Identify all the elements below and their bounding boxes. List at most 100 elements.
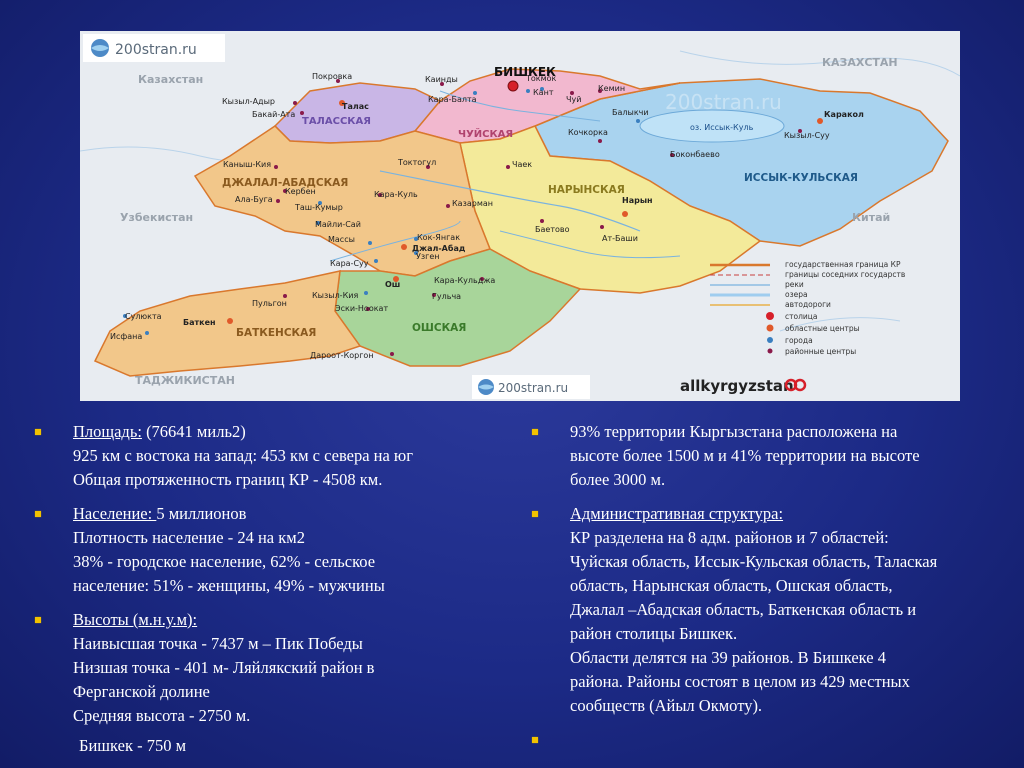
heights-line: Низшая точка - 401 м- Ляйлякский район в (73, 658, 375, 677)
region-label-talas: ТАЛАССКАЯ (302, 116, 371, 127)
bullet-icon (532, 511, 538, 517)
city-label: Кант (533, 88, 554, 97)
capital-marker (507, 80, 519, 92)
city-label: Кок-Янгак (417, 233, 460, 242)
area-value: (76641 миль2) (141, 422, 246, 441)
legend-item: реки (785, 280, 804, 289)
area-title: Площадь: (73, 422, 142, 441)
population-line: население: 51% - женщины, 49% - мужчины (73, 576, 385, 595)
city-label: Таш-Кумыр (294, 203, 343, 212)
heights-line: Наивысшая точка - 7437 м – Пик Победы (73, 634, 363, 653)
city-label: Гульча (432, 292, 461, 301)
city-label: Сулюкта (125, 312, 162, 321)
logo-text: 200stran.ru (115, 42, 197, 58)
legend-item: столица (785, 312, 817, 321)
legend-item: границы соседних государств (785, 270, 905, 279)
city-label: Кербен (285, 187, 316, 196)
admin-line: КР разделена на 8 адм. районов и 7 облас… (570, 528, 889, 547)
country-label-tajikistan: ТАДЖИКИСТАН (135, 374, 235, 387)
city-label: Кара-Суу (330, 259, 369, 268)
country-label-kazakhstan-left: Казахстан (138, 73, 203, 86)
city-label: Кара-Куль (374, 190, 418, 199)
admin-line: района. Районы состоят в целом из 429 ме… (570, 672, 910, 691)
allkyrgyzstan-logo: allkyrgyzstan (680, 377, 807, 395)
city-label: Каинды (425, 75, 458, 84)
city-label: Токмок (525, 74, 557, 83)
city-label: Кызыл-Адыр (222, 97, 275, 106)
legend-item: озера (785, 290, 808, 299)
city-label: Талас (342, 102, 369, 111)
city-label: Кочкорка (568, 128, 608, 137)
population-title: Население: (73, 504, 157, 523)
city-label: Токтогул (397, 158, 436, 167)
city-label: Кемин (598, 84, 625, 93)
admin-line: Джалал –Абадская область, Баткенская обл… (570, 600, 917, 619)
legend-item: областные центры (785, 324, 860, 333)
admin-title: Административная структура: (570, 504, 784, 523)
altitude-line: 93% территории Кыргызстана расположена н… (570, 422, 898, 441)
city-label: Баткен (183, 318, 216, 327)
city-label: Эски-Ноокат (335, 304, 388, 313)
city-label: Покровка (312, 72, 352, 81)
bullet-icon (35, 429, 41, 435)
admin-line: район столицы Бишкек. (570, 624, 738, 643)
admin-line: Чуйская область, Иссык-Кульская область,… (570, 552, 938, 571)
heights-item: Высоты (м.н.у.м): Наивысшая точка - 7437… (33, 608, 483, 758)
altitude-line: высоте более 1500 м и 41% территории на … (570, 446, 920, 465)
city-label: Пульгон (252, 299, 287, 308)
legend-item: районные центры (785, 347, 856, 356)
area-line: Общая протяженность границ КР - 4508 км. (73, 470, 383, 489)
population-value: 5 миллионов (156, 504, 247, 523)
city-label: Кызыл-Кия (312, 291, 358, 300)
city-label: Кара-Кульджа (434, 276, 495, 285)
city-label: Каракол (824, 110, 864, 119)
site-logo-top: 200stran.ru (83, 34, 225, 62)
city-label: Баетово (535, 225, 570, 234)
population-line: 38% - городское население, 62% - сельско… (73, 552, 376, 571)
city-label: Балыкчи (612, 108, 649, 117)
altitude-item: 93% территории Кыргызстана расположена н… (530, 420, 1010, 492)
country-label-uzbekistan: Узбекистан (120, 211, 193, 224)
area-item: Площадь: (76641 миль2) 925 км с востока … (33, 420, 483, 492)
population-line: Плотность население - 24 на км2 (73, 528, 305, 547)
site-logo-bottom: 200stran.ru (472, 375, 590, 399)
bullet-icon (532, 429, 538, 435)
country-label-kazakhstan-right: КАЗАХСТАН (822, 56, 898, 69)
kyrgyzstan-map: оз. Иссык-Куль ТАЛАССКАЯ ЧУЙСКАЯ ДЖАЛАЛ-… (80, 31, 960, 401)
bullet-icon (35, 617, 41, 623)
country-label-china: Китай (852, 211, 890, 224)
region-label-osh: ОШСКАЯ (412, 322, 466, 334)
bullet-icon (35, 511, 41, 517)
admin-structure-item: Административная структура: КР разделена… (530, 502, 1010, 718)
heights-line: Ферганской долине (73, 682, 210, 701)
legend-item: города (785, 336, 813, 345)
city-label: Чаек (512, 160, 532, 169)
logo-text: 200stran.ru (498, 381, 568, 395)
heights-title: Высоты (м.н.у.м): (73, 610, 198, 629)
city-label: Исфана (110, 332, 142, 341)
bishkek-height: Бишкек - 750 м (79, 736, 187, 755)
left-column: Площадь: (76641 миль2) 925 км с востока … (33, 420, 483, 768)
city-label: Казарман (452, 199, 493, 208)
city-label: Ала-Буга (235, 195, 273, 204)
city-label: Узген (416, 252, 439, 261)
bullet-icon (532, 737, 538, 743)
city-label: Боконбаево (670, 150, 720, 159)
empty-item (530, 728, 1010, 752)
legend-item: автодороги (785, 300, 831, 309)
city-label: Нарын (622, 196, 653, 205)
city-label: Кара-Балта (428, 95, 477, 104)
city-label: Бакай-Ата (252, 110, 295, 119)
admin-line: область, Нарынская область, Ошская облас… (570, 576, 893, 595)
city-label: Ош (385, 280, 400, 289)
city-label: Кызыл-Суу (784, 131, 830, 140)
population-item: Население: 5 миллионов Плотность населен… (33, 502, 483, 598)
area-line: 925 км с востока на запад: 453 км с севе… (73, 446, 414, 465)
region-label-issykkul: ИССЫК-КУЛЬСКАЯ (744, 172, 858, 184)
admin-line: сообществ (Айыл Окмоту). (570, 696, 763, 715)
city-label: Чуй (566, 95, 581, 104)
city-label: Массы (328, 235, 355, 244)
legend-item: государственная граница КР (785, 260, 901, 269)
watermark: 200stran.ru (665, 90, 782, 114)
city-label: Майли-Сай (315, 220, 361, 229)
